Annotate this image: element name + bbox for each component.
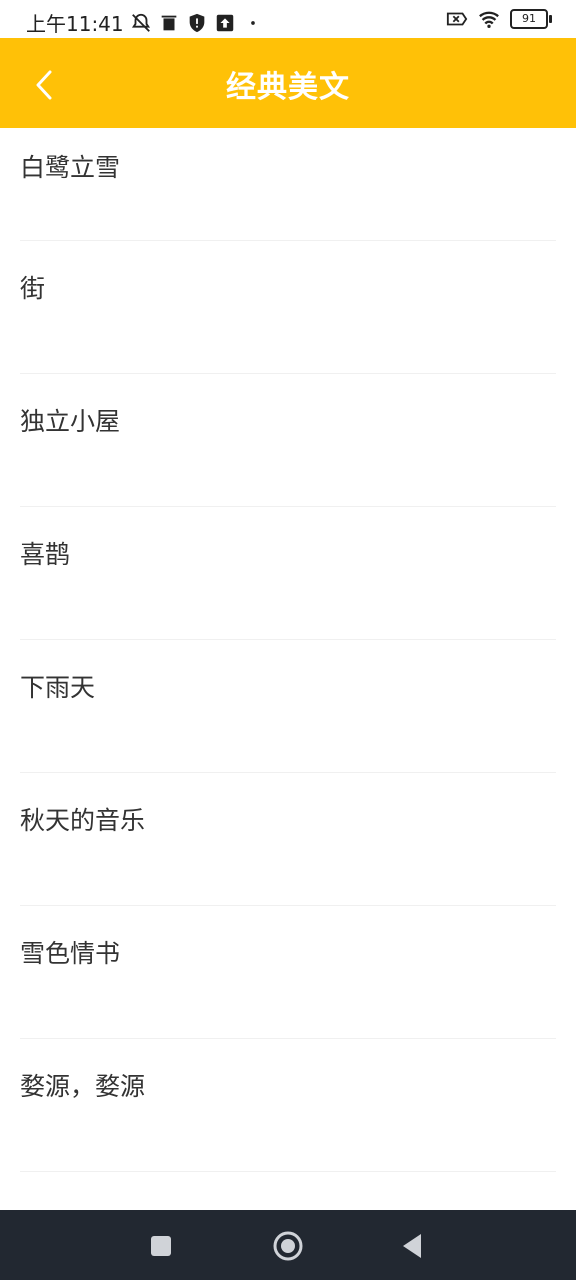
upload-icon [216, 14, 233, 31]
battery-level: 91 [522, 12, 536, 25]
status-left: 上午11:41 [26, 8, 264, 37]
app-header: 经典美文 [0, 38, 576, 128]
article-list: 白鹭立雪 街 独立小屋 喜鹊 下雨天 秋天的音乐 雪色情书 婺源，婺源 [0, 128, 576, 1172]
bell-off-icon [131, 13, 150, 32]
list-item[interactable]: 秋天的音乐 [20, 773, 556, 906]
battery-icon: 91 [510, 9, 552, 29]
dot-icon [250, 20, 255, 25]
list-item[interactable]: 婺源，婺源 [20, 1039, 556, 1172]
list-item[interactable]: 雪色情书 [20, 906, 556, 1039]
list-item[interactable]: 白鹭立雪 [20, 128, 556, 241]
list-item-label: 街 [20, 274, 46, 303]
list-item-label: 秋天的音乐 [20, 806, 146, 835]
status-time: 上午11:41 [26, 12, 124, 36]
triangle-back-icon [403, 1234, 421, 1258]
home-button[interactable] [270, 1228, 306, 1264]
trash-icon [161, 15, 176, 30]
status-right: 91 [446, 8, 552, 30]
list-item-label: 独立小屋 [20, 407, 121, 436]
list-item[interactable]: 街 [20, 241, 556, 374]
back-nav-button[interactable] [394, 1228, 430, 1264]
wifi-icon [479, 11, 499, 28]
circle-home-icon [273, 1231, 303, 1261]
list-item-label: 下雨天 [20, 673, 96, 702]
list-item-label: 雪色情书 [20, 939, 121, 968]
square-icon [151, 1236, 171, 1256]
list-item[interactable]: 喜鹊 [20, 507, 556, 640]
recents-button[interactable] [143, 1228, 179, 1264]
list-item[interactable]: 下雨天 [20, 640, 556, 773]
shield-icon [189, 13, 204, 32]
sim-x-icon [446, 12, 468, 26]
list-item-label: 白鹭立雪 [20, 153, 121, 182]
system-nav-bar [0, 1210, 576, 1280]
list-item-label: 喜鹊 [20, 540, 71, 569]
list-item-label: 婺源，婺源 [20, 1072, 146, 1101]
page-title: 经典美文 [226, 70, 350, 105]
status-bar: 上午11:41 91 [0, 0, 576, 38]
list-item[interactable]: 独立小屋 [20, 374, 556, 507]
